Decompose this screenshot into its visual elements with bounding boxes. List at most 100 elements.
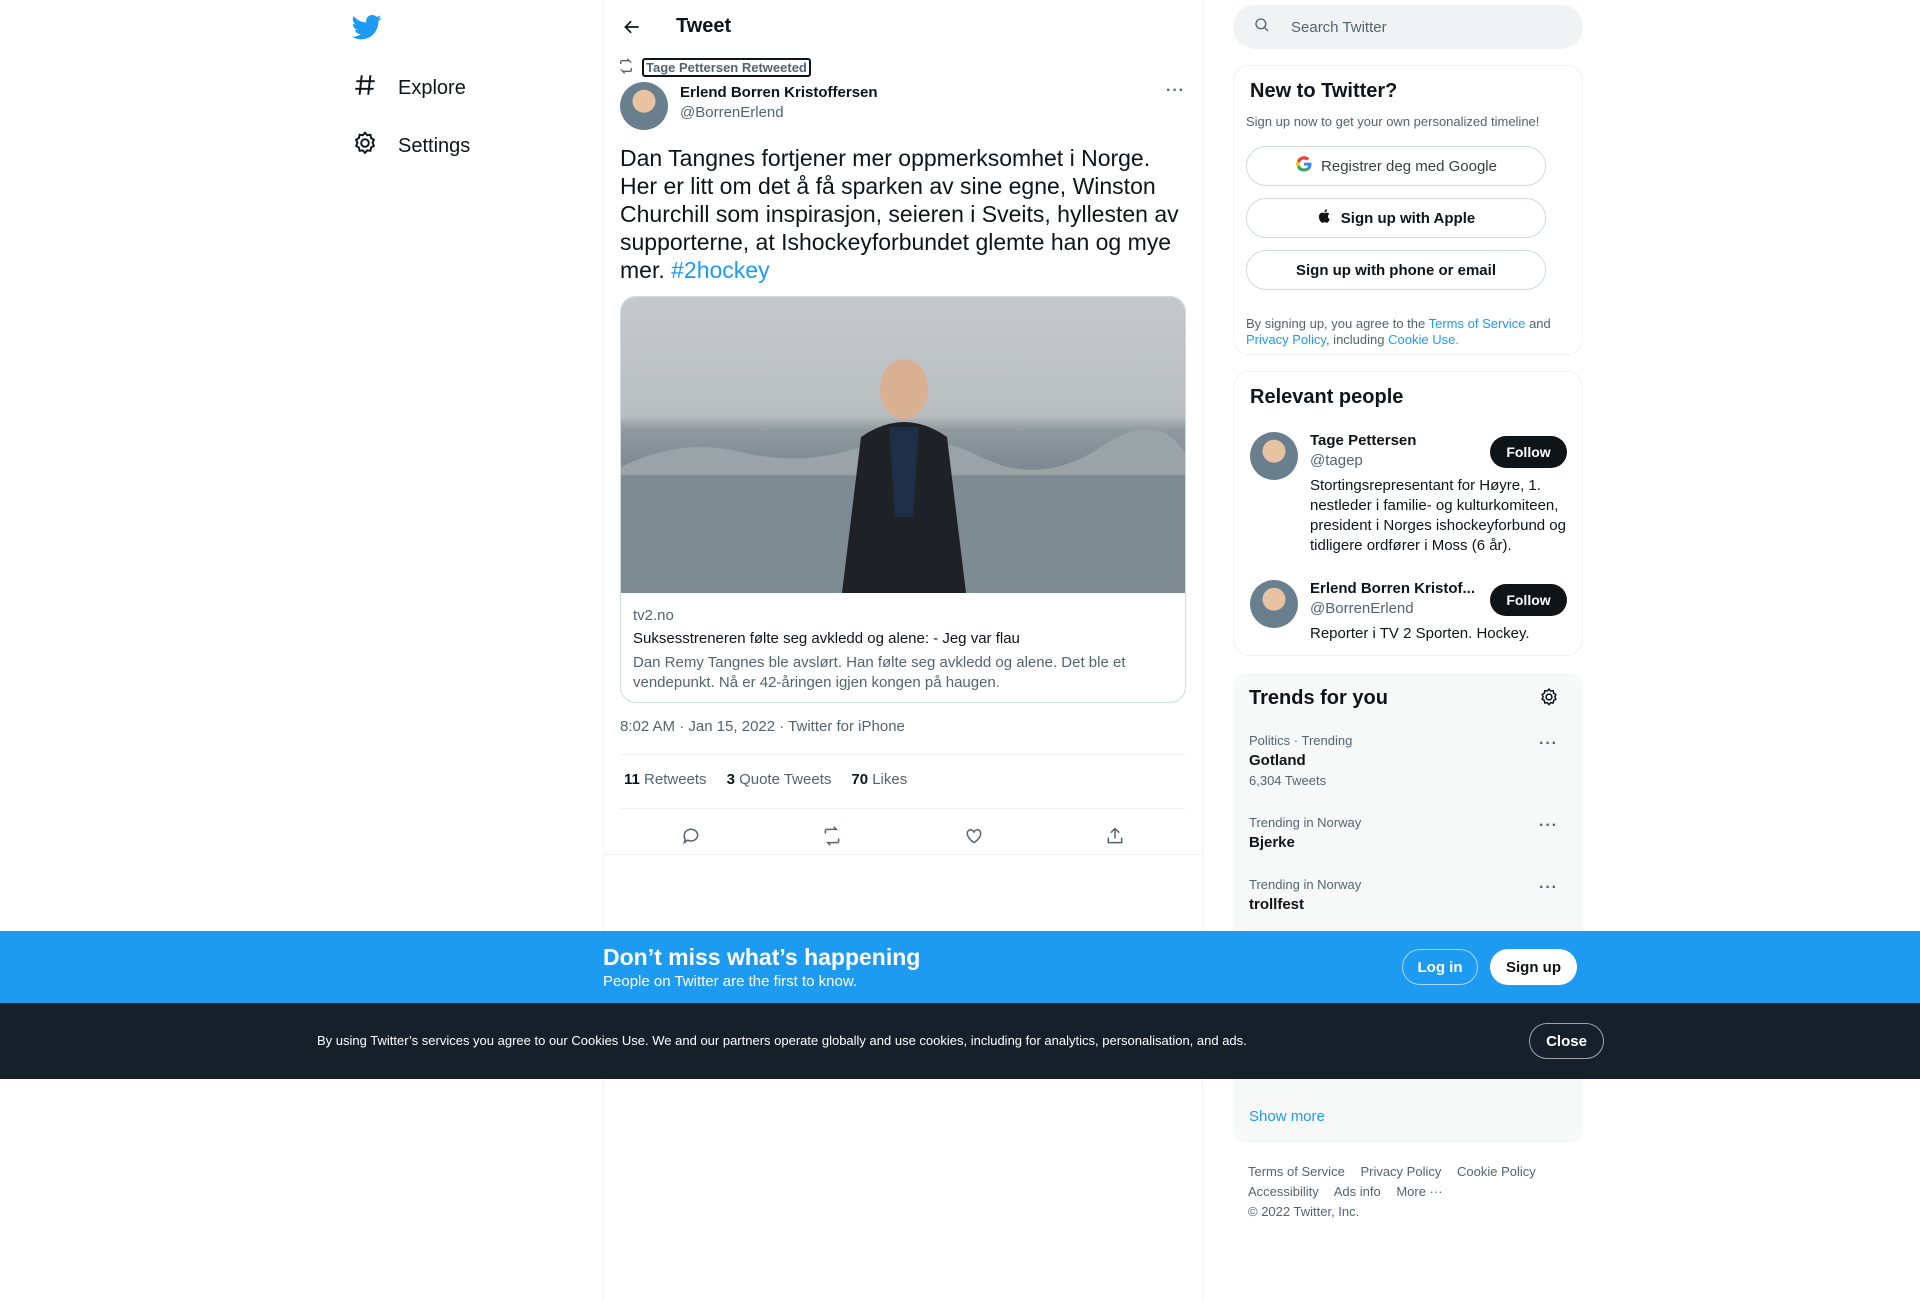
gear-icon <box>352 130 378 162</box>
close-button[interactable]: Close <box>1529 1023 1604 1059</box>
divider <box>620 808 1186 809</box>
terms-link[interactable]: Terms of Service <box>1429 316 1526 331</box>
cookie-banner: By using Twitter’s services you agree to… <box>0 1003 1920 1079</box>
author-handle[interactable]: @BorrenErlend <box>680 104 784 121</box>
trend-category: Trending in Norway <box>1249 815 1362 830</box>
likes-stat[interactable]: 70 Likes <box>851 771 907 788</box>
trend-count: 6,304 Tweets <box>1249 773 1327 788</box>
author-avatar[interactable] <box>620 82 668 130</box>
footer-link[interactable]: More ··· <box>1396 1184 1442 1199</box>
retweeted-by-link[interactable]: Tage Pettersen Retweeted <box>642 58 811 77</box>
show-more-link[interactable]: Show more <box>1249 1108 1325 1125</box>
divider <box>620 754 1186 755</box>
relevant-title: Relevant people <box>1250 386 1404 408</box>
person-name[interactable]: Erlend Borren Kristof... <box>1310 580 1475 597</box>
privacy-link[interactable]: Privacy Policy <box>1246 332 1326 347</box>
card-title: Suksesstreneren følte seg avkledd og ale… <box>633 630 1020 647</box>
person-bio: Reporter i TV 2 Sporten. Hockey. <box>1310 625 1530 642</box>
quotes-stat[interactable]: 3 Quote Tweets <box>727 771 832 788</box>
more-options-icon[interactable]: ··· <box>1539 735 1558 753</box>
google-signup-button[interactable]: Registrer deg med Google <box>1246 146 1546 186</box>
google-icon <box>1295 155 1313 177</box>
nav-item-label: Explore <box>398 76 466 99</box>
person-handle[interactable]: @BorrenErlend <box>1310 600 1414 617</box>
page-title: Tweet <box>676 15 732 37</box>
phone-signup-label: Sign up with phone or email <box>1295 261 1496 279</box>
trend-item[interactable]: Trending in Norway trollfest <box>1249 877 1567 913</box>
nav-item-settings[interactable]: Settings <box>352 130 470 162</box>
follow-button[interactable]: Follow <box>1490 436 1567 468</box>
trend-item[interactable]: Trending in Norway Bjerke <box>1249 815 1567 851</box>
banner-subtitle: People on Twitter are the first to know. <box>603 973 858 990</box>
twitter-bird-icon[interactable] <box>351 12 382 42</box>
retweet-context: Tage Pettersen Retweeted <box>618 58 811 77</box>
card-domain: tv2.no <box>633 607 674 624</box>
signup-title: New to Twitter? <box>1250 80 1398 102</box>
footer-link[interactable]: Accessibility <box>1248 1184 1319 1199</box>
google-signup-label: Registrer deg med Google <box>1321 157 1497 175</box>
footer-link[interactable]: Terms of Service <box>1248 1164 1345 1179</box>
follow-button[interactable]: Follow <box>1490 584 1567 616</box>
person-handle[interactable]: @tagep <box>1310 452 1363 469</box>
hashtag-link[interactable]: #2hockey <box>671 257 769 283</box>
signup-panel: New to Twitter? Sign up now to get your … <box>1233 65 1583 355</box>
apple-signup-label: Sign up with Apple <box>1340 209 1476 227</box>
more-options-icon[interactable]: ··· <box>1539 817 1558 835</box>
trend-category: Trending in Norway <box>1249 877 1362 892</box>
back-arrow-icon[interactable] <box>618 13 646 41</box>
tweet-stats: 11 Retweets 3 Quote Tweets 70 Likes <box>624 771 907 788</box>
trend-name: trollfest <box>1249 896 1305 913</box>
phone-signup-button[interactable]: Sign up with phone or email <box>1246 250 1546 290</box>
apple-icon <box>1317 208 1333 228</box>
search-box[interactable] <box>1233 5 1583 49</box>
hashtag-icon <box>352 72 378 104</box>
main-column: Tweet Tage Pettersen Retweeted Erlend Bo… <box>603 0 1204 1301</box>
search-icon <box>1233 16 1271 39</box>
more-options-icon[interactable]: ··· <box>1166 82 1185 100</box>
retweets-stat[interactable]: 11 Retweets <box>624 771 707 788</box>
cookie-text: By using Twitter’s services you agree to… <box>317 1033 1247 1048</box>
search-input[interactable] <box>1291 18 1551 36</box>
tweet-actions <box>620 818 1186 854</box>
trends-title: Trends for you <box>1249 687 1388 709</box>
retweet-icon[interactable] <box>814 818 850 854</box>
signup-terms: By signing up, you agree to the Terms of… <box>1246 316 1551 347</box>
signup-subtitle: Sign up now to get your own personalized… <box>1246 114 1540 129</box>
trend-item[interactable]: Politics · Trending Gotland 6,304 Tweets <box>1249 733 1567 788</box>
footer-link[interactable]: Privacy Policy <box>1360 1164 1441 1179</box>
tweet-text: Dan Tangnes fortjener mer oppmerksomhet … <box>620 144 1190 284</box>
signup-banner: Don’t miss what’s happening People on Tw… <box>0 931 1920 1003</box>
reply-icon[interactable] <box>673 818 709 854</box>
login-button[interactable]: Log in <box>1402 949 1478 985</box>
tweet-timestamp[interactable]: 8:02 AM · Jan 15, 2022 · Twitter for iPh… <box>620 718 905 735</box>
trend-category: Politics · Trending <box>1249 733 1353 748</box>
share-icon[interactable] <box>1097 818 1133 854</box>
retweet-icon <box>618 58 634 77</box>
person-avatar[interactable] <box>1250 580 1298 628</box>
card-meta: tv2.no Suksesstreneren følte seg avkledd… <box>633 607 1173 693</box>
trend-name: Gotland <box>1249 752 1306 769</box>
footer: Terms of Service Privacy Policy Cookie P… <box>1248 1162 1568 1222</box>
card-description: Dan Remy Tangnes ble avslørt. Han følte … <box>633 654 1126 691</box>
cookie-use-link[interactable]: Cookie Use. <box>1388 332 1459 347</box>
signup-button[interactable]: Sign up <box>1490 949 1577 985</box>
nav-item-explore[interactable]: Explore <box>352 72 466 104</box>
more-options-icon[interactable]: ··· <box>1539 879 1558 897</box>
nav-item-label: Settings <box>398 134 471 157</box>
apple-signup-button[interactable]: Sign up with Apple <box>1246 198 1546 238</box>
copyright: © 2022 Twitter, Inc. <box>1248 1204 1360 1219</box>
header: Tweet <box>604 0 1204 53</box>
trend-name: Bjerke <box>1249 834 1295 851</box>
footer-link[interactable]: Cookie Policy <box>1457 1164 1536 1179</box>
divider <box>604 854 1204 855</box>
banner-title: Don’t miss what’s happening <box>603 944 921 970</box>
author-name[interactable]: Erlend Borren Kristoffersen <box>680 84 878 101</box>
person-avatar[interactable] <box>1250 432 1298 480</box>
link-card[interactable]: tv2.no Suksesstreneren følte seg avkledd… <box>620 296 1186 703</box>
gear-icon[interactable] <box>1539 687 1559 712</box>
relevant-people-panel: Relevant people Tage Pettersen @tagep Fo… <box>1233 371 1583 656</box>
like-icon[interactable] <box>956 818 992 854</box>
person-name[interactable]: Tage Pettersen <box>1310 432 1416 449</box>
card-image <box>621 297 1185 593</box>
footer-link[interactable]: Ads info <box>1334 1184 1381 1199</box>
